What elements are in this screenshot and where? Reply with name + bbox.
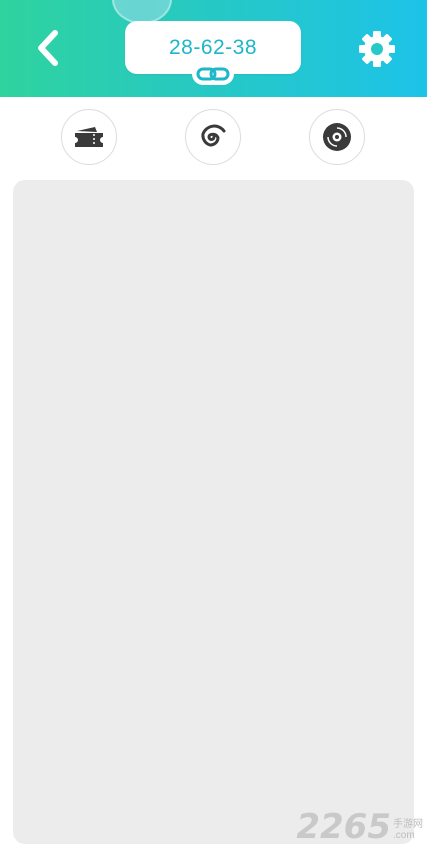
watermark-side: 手游网 .com: [393, 819, 423, 844]
watermark-domain: .com: [393, 830, 415, 841]
watermark: 2265 手游网 .com: [296, 810, 423, 844]
top-header-bar: 28-62-38: [0, 0, 427, 97]
watermark-number: 2265: [296, 807, 391, 847]
link-icon: [196, 67, 230, 81]
settings-button[interactable]: [355, 27, 399, 71]
watermark-cn: 手游网: [393, 819, 423, 830]
room-code: 28-62-38: [168, 35, 258, 59]
content-panel: [13, 180, 414, 844]
back-chevron-icon: [38, 30, 58, 66]
disc-icon: [323, 123, 351, 151]
spiral-button[interactable]: [185, 109, 241, 165]
disc-button[interactable]: [309, 109, 365, 165]
back-button[interactable]: [28, 26, 68, 70]
ticket-button[interactable]: [61, 109, 117, 165]
spiral-icon: [201, 124, 226, 147]
ticket-icon: [75, 127, 103, 147]
gear-icon: [359, 31, 395, 67]
link-button[interactable]: [192, 63, 234, 85]
